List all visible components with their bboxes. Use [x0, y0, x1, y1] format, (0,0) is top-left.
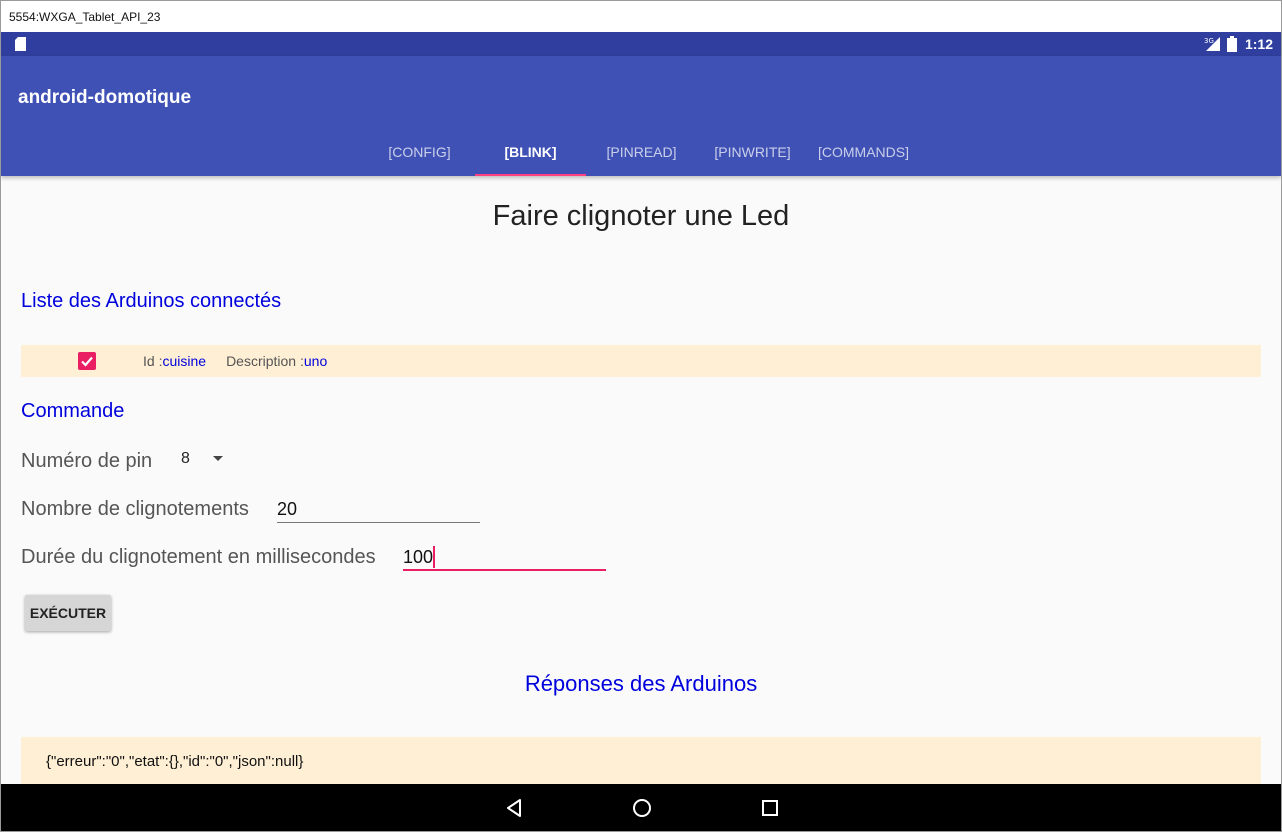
home-icon[interactable]: [630, 796, 654, 820]
pin-number-value: 8: [181, 450, 190, 467]
battery-icon: [1226, 36, 1237, 52]
arduino-fields: Id :cuisine Description :uno: [143, 353, 327, 369]
arduino-checkbox[interactable]: [78, 352, 96, 370]
text-cursor: [433, 546, 435, 568]
status-icons: 3G 1:12: [1203, 32, 1273, 56]
blink-count-label: Nombre de clignotements: [21, 498, 249, 520]
arduino-list-item: Id :cuisine Description :uno: [21, 345, 1261, 377]
cell-signal-icon: 3G: [1204, 37, 1220, 51]
dropdown-arrow-icon: [213, 456, 223, 461]
tab-commands[interactable]: [COMMANDS]: [808, 128, 919, 176]
app-title: android-domotique: [18, 87, 192, 108]
command-section-title: Commande: [21, 400, 125, 422]
tab-config[interactable]: [CONFIG]: [364, 128, 475, 176]
arduino-id-value: cuisine: [162, 353, 207, 369]
sd-card-icon: [15, 37, 26, 51]
arduino-id-label: Id :: [143, 353, 163, 369]
response-text: {"erreur":"0","etat":{},"id":"0","json":…: [46, 753, 304, 770]
checkmark-icon: [81, 356, 93, 367]
recents-icon[interactable]: [758, 796, 782, 820]
status-bar: 3G 1:12: [1, 32, 1281, 56]
arduino-description: Description :uno: [226, 353, 327, 369]
status-clock: 1:12: [1244, 36, 1273, 52]
arduino-list-title: Liste des Arduinos connectés: [21, 290, 282, 312]
tab-blink[interactable]: [BLINK]: [475, 128, 586, 176]
blink-count-input[interactable]: [277, 495, 480, 523]
emulator-title: 5554:WXGA_Tablet_API_23: [1, 1, 1281, 32]
pin-number-label: Numéro de pin: [21, 450, 153, 472]
blink-duration-label: Durée du clignotement en millisecondes: [21, 546, 376, 568]
tab-pinwrite[interactable]: [PINWRITE]: [697, 128, 808, 176]
emulator-window: 5554:WXGA_Tablet_API_23 3G 1:12 android-…: [0, 0, 1282, 832]
tab-pinread[interactable]: [PINREAD]: [586, 128, 697, 176]
execute-button[interactable]: EXÉCUTER: [25, 595, 111, 631]
responses-title: Réponses des Arduinos: [524, 671, 758, 696]
back-icon[interactable]: [503, 796, 527, 820]
pin-number-spinner[interactable]: 8: [181, 448, 231, 474]
arduino-id: Id :cuisine: [143, 353, 206, 369]
app-bar: android-domotique [CONFIG] [BLINK] [PINR…: [1, 56, 1281, 176]
arduino-description-label: Description :: [226, 353, 304, 369]
network-type-label: 3G: [1204, 37, 1214, 45]
blink-page: Faire clignoter une Led Liste des Arduin…: [1, 176, 1281, 797]
page-title: Faire clignoter une Led: [492, 200, 790, 232]
arduino-description-value: uno: [303, 353, 328, 369]
navigation-bar: [1, 784, 1281, 831]
tab-bar: [CONFIG] [BLINK] [PINREAD] [PINWRITE] [C…: [364, 128, 919, 176]
